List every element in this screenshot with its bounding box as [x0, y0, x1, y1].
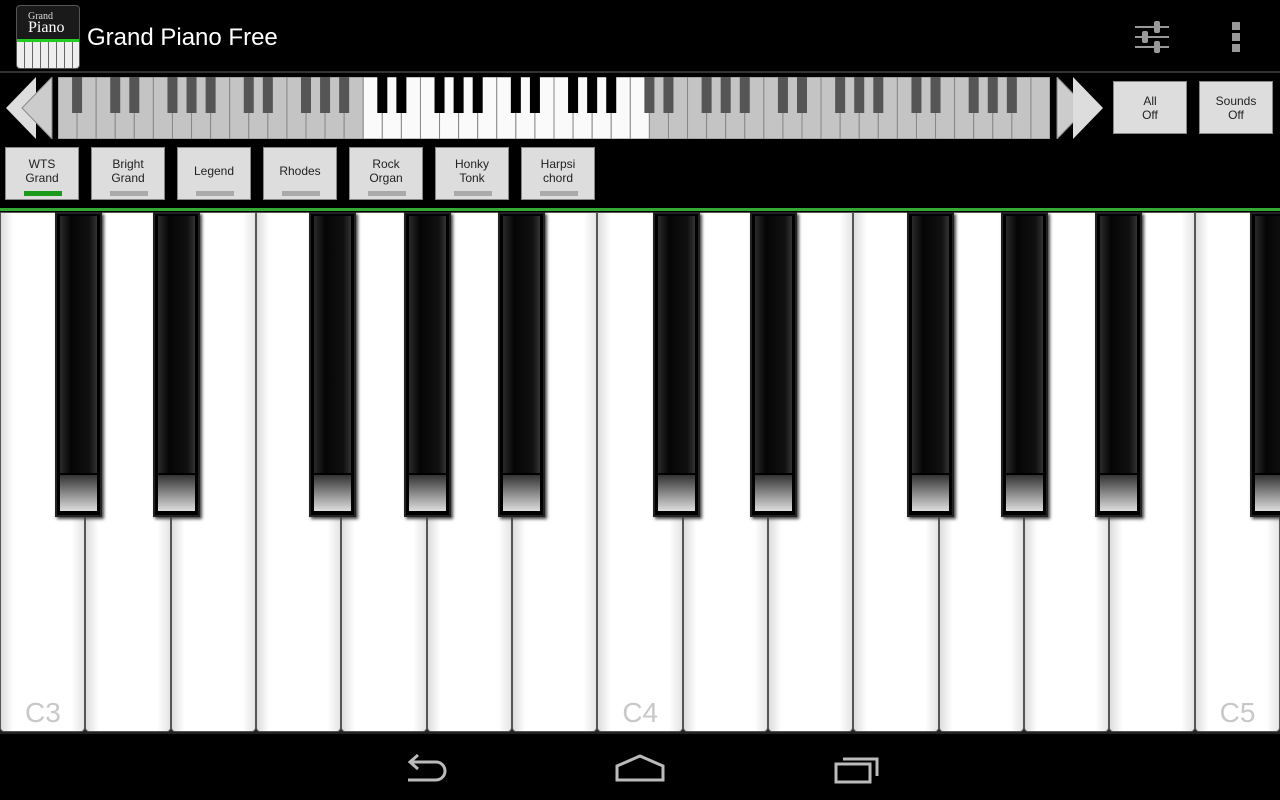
- mini-black-key: [453, 77, 464, 113]
- scroll-left-arrow-icon[interactable]: [4, 77, 54, 139]
- mini-black-key: [835, 77, 846, 113]
- app-icon-text: Piano: [28, 19, 65, 36]
- sound-button[interactable]: Honky Tonk: [435, 147, 509, 200]
- note-label: C3: [25, 697, 61, 728]
- sound-button[interactable]: Legend: [177, 147, 251, 200]
- app-piano-icon: Grand Piano: [16, 5, 80, 69]
- mini-black-key: [606, 77, 617, 113]
- sounds-off-button[interactable]: Sounds Off: [1199, 81, 1273, 134]
- mini-black-key: [568, 77, 579, 113]
- mini-black-key: [854, 77, 865, 113]
- sliders-icon[interactable]: [1134, 20, 1170, 54]
- mini-black-key: [510, 77, 521, 113]
- mini-white-key: [1030, 77, 1050, 139]
- black-key[interactable]: [309, 212, 357, 517]
- mini-keyboard-navigator[interactable]: [58, 77, 1050, 139]
- active-indicator: [282, 191, 320, 196]
- black-key[interactable]: [1095, 212, 1143, 517]
- sound-button[interactable]: Harpsi chord: [521, 147, 595, 200]
- sound-button[interactable]: Bright Grand: [91, 147, 165, 200]
- recents-icon[interactable]: [833, 752, 883, 786]
- mini-black-key: [1006, 77, 1017, 113]
- sound-button[interactable]: Rock Organ: [349, 147, 423, 200]
- black-key[interactable]: [403, 212, 451, 517]
- mini-black-key: [930, 77, 941, 113]
- active-indicator: [454, 191, 492, 196]
- mini-black-key: [243, 77, 254, 113]
- mini-black-key: [320, 77, 331, 113]
- mini-black-key: [129, 77, 140, 113]
- sound-button[interactable]: Rhodes: [263, 147, 337, 200]
- mini-black-key: [529, 77, 540, 113]
- sound-label: WTS Grand: [25, 157, 59, 185]
- black-key[interactable]: [1001, 212, 1048, 517]
- sound-label: Harpsi chord: [540, 157, 576, 185]
- black-key[interactable]: [55, 212, 103, 517]
- sound-label: Honky Tonk: [454, 157, 489, 185]
- all-off-button[interactable]: All Off: [1113, 81, 1187, 134]
- active-indicator: [368, 191, 406, 196]
- mini-black-key: [720, 77, 731, 113]
- note-label: C4: [622, 697, 659, 728]
- mini-black-key: [587, 77, 598, 113]
- mini-black-key: [72, 77, 83, 113]
- mini-black-key: [701, 77, 712, 113]
- mini-black-key: [434, 77, 445, 113]
- mini-black-key: [110, 77, 121, 113]
- scroll-right-arrow-icon[interactable]: [1055, 77, 1105, 139]
- mini-black-key: [739, 77, 750, 113]
- accent-divider: [0, 208, 1280, 211]
- sound-label: Bright Grand: [111, 157, 145, 185]
- home-icon[interactable]: [615, 752, 665, 786]
- mini-black-key: [797, 77, 807, 113]
- back-icon[interactable]: [400, 752, 450, 786]
- black-key[interactable]: [906, 212, 954, 517]
- mini-black-key: [262, 77, 273, 113]
- black-key[interactable]: [498, 212, 545, 517]
- mini-black-key: [663, 77, 674, 113]
- black-key[interactable]: [1250, 212, 1280, 517]
- mini-black-key: [968, 77, 979, 113]
- mini-black-key: [167, 77, 178, 113]
- mini-black-key: [911, 77, 922, 113]
- black-key[interactable]: [152, 212, 200, 517]
- mini-black-key: [644, 77, 655, 113]
- mini-black-key: [777, 77, 788, 113]
- mini-black-key: [339, 77, 350, 113]
- note-label: C5: [1219, 697, 1256, 728]
- mini-black-key: [205, 77, 216, 113]
- active-indicator: [24, 191, 62, 196]
- mini-black-key: [472, 77, 483, 113]
- mini-black-key: [396, 77, 407, 113]
- active-indicator: [196, 191, 234, 196]
- mini-black-key: [987, 77, 998, 113]
- piano-keyboard[interactable]: C3 C4 C5: [0, 212, 1280, 734]
- black-key[interactable]: [750, 212, 797, 517]
- mini-black-key: [301, 77, 311, 113]
- mini-black-key: [186, 77, 197, 113]
- active-indicator: [540, 191, 578, 196]
- overflow-menu-icon[interactable]: [1228, 22, 1244, 52]
- mini-black-key: [873, 77, 884, 113]
- sound-button[interactable]: WTS Grand: [5, 147, 79, 200]
- sound-label: Rock Organ: [369, 157, 403, 185]
- mini-black-key: [377, 77, 388, 113]
- active-indicator: [110, 191, 148, 196]
- action-bar: Grand Piano Grand Piano Free: [0, 0, 1280, 73]
- black-key[interactable]: [652, 212, 700, 517]
- sound-label: Legend: [193, 164, 235, 178]
- sound-label: Rhodes: [279, 164, 321, 178]
- app-title: Grand Piano Free: [87, 24, 278, 51]
